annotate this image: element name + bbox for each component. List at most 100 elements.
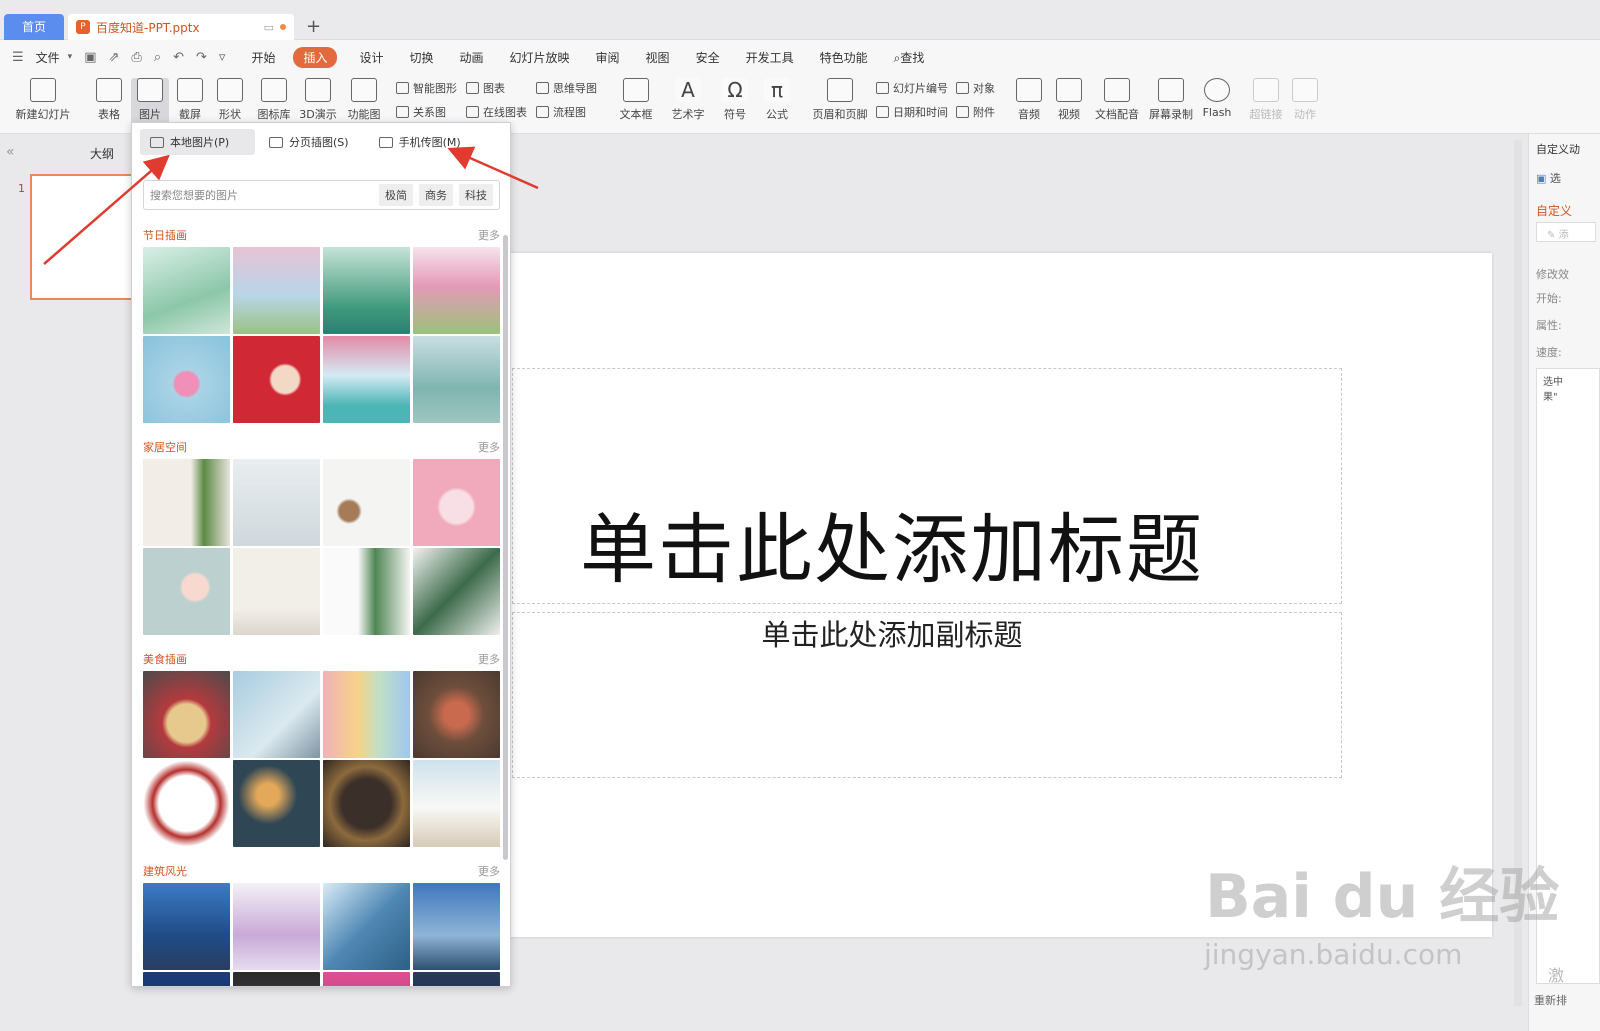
slide-title[interactable]: 单击此处添加标题 xyxy=(552,488,1232,598)
thumbnail-image[interactable] xyxy=(413,972,500,986)
collapse-pane-icon[interactable]: « xyxy=(6,144,15,160)
thumbnail-image[interactable] xyxy=(323,336,410,423)
menu-view[interactable]: 视图 xyxy=(646,49,670,66)
action-button[interactable]: 动作 xyxy=(1290,78,1320,122)
monitor-icon[interactable]: ▭ xyxy=(264,21,274,34)
menu-animation[interactable]: 动画 xyxy=(460,49,484,66)
header-footer-button[interactable]: 页眉和页脚 xyxy=(812,78,868,122)
print-icon[interactable]: ⎙ xyxy=(131,50,141,65)
reorder-label[interactable]: 重新排 xyxy=(1534,992,1567,1008)
thumbnail-image[interactable] xyxy=(413,671,500,758)
thumbnail-image[interactable] xyxy=(143,671,230,758)
tag-tech[interactable]: 科技 xyxy=(459,184,493,206)
doc-voice-button[interactable]: 文档配音 xyxy=(1094,78,1140,122)
hyperlink-button[interactable]: 超链接 xyxy=(1248,78,1284,122)
date-time-button[interactable]: 日期和时间 xyxy=(876,104,948,120)
mind-map-button[interactable]: 思维导图 xyxy=(536,80,597,96)
thumbnail-image[interactable] xyxy=(143,459,230,546)
art-text-button[interactable]: A 艺术字 xyxy=(666,78,710,122)
thumbnail-image[interactable] xyxy=(323,972,410,986)
menu-start[interactable]: 开始 xyxy=(251,49,275,66)
new-tab-button[interactable]: + xyxy=(306,16,321,37)
slide-thumbnail[interactable] xyxy=(30,174,134,300)
dropdown-scrollbar[interactable] xyxy=(503,235,508,860)
menu-design[interactable]: 设计 xyxy=(359,49,383,66)
menu-file[interactable]: 文件 xyxy=(36,49,60,66)
save-icon[interactable]: ▣ xyxy=(84,50,96,65)
textbox-button[interactable]: 文本框 xyxy=(614,78,658,122)
more-link[interactable]: 更多 xyxy=(478,439,500,455)
chart-button[interactable]: 图表 xyxy=(466,80,505,96)
undo-icon[interactable]: ↶ xyxy=(173,50,184,65)
more-link[interactable]: 更多 xyxy=(478,863,500,879)
thumbnail-image[interactable] xyxy=(233,883,320,970)
export-icon[interactable]: ⇗ xyxy=(109,50,120,65)
audio-button[interactable]: 音频 xyxy=(1012,78,1046,122)
shape-button[interactable]: 形状 xyxy=(213,78,247,122)
menu-transition[interactable]: 切换 xyxy=(409,49,433,66)
thumbnail-image[interactable] xyxy=(233,548,320,635)
icon-library-button[interactable]: 图标库 xyxy=(256,78,292,122)
hamburger-icon[interactable]: ☰ xyxy=(12,50,24,65)
thumbnail-image[interactable] xyxy=(323,459,410,546)
thumbnail-image[interactable] xyxy=(323,671,410,758)
tag-business[interactable]: 商务 xyxy=(419,184,453,206)
thumbnail-image[interactable] xyxy=(323,883,410,970)
more-link[interactable]: 更多 xyxy=(478,227,500,243)
thumbnail-image[interactable] xyxy=(233,671,320,758)
thumbnail-image[interactable] xyxy=(413,459,500,546)
attachment-button[interactable]: 附件 xyxy=(956,104,995,120)
thumbnail-image[interactable] xyxy=(413,247,500,334)
more-link[interactable]: 更多 xyxy=(478,651,500,667)
thumbnail-image[interactable] xyxy=(413,883,500,970)
object-button[interactable]: 对象 xyxy=(956,80,995,96)
thumbnail-image[interactable] xyxy=(143,760,230,847)
symbol-button[interactable]: Ω 符号 xyxy=(718,78,752,122)
tab-document[interactable]: P 百度知道-PPT.pptx ▭ xyxy=(68,14,294,40)
custom-link[interactable]: 自定义 xyxy=(1536,202,1572,219)
tag-minimal[interactable]: 极简 xyxy=(379,184,413,206)
thumbnail-image[interactable] xyxy=(143,247,230,334)
slide-subtitle[interactable]: 单击此处添加副标题 xyxy=(552,612,1232,654)
formula-button[interactable]: π 公式 xyxy=(760,78,794,122)
thumbnail-image[interactable] xyxy=(323,760,410,847)
local-picture-tab[interactable]: 本地图片(P) xyxy=(140,129,255,155)
relation-button[interactable]: 关系图 xyxy=(396,104,446,120)
thumbnail-image[interactable] xyxy=(323,247,410,334)
screenshot-button[interactable]: 截屏 xyxy=(173,78,207,122)
screen-record-button[interactable]: 屏幕录制 xyxy=(1148,78,1194,122)
flowchart-button[interactable]: 流程图 xyxy=(536,104,586,120)
flash-button[interactable]: Flash xyxy=(1200,78,1234,119)
menu-search[interactable]: ⌕查找 xyxy=(894,49,925,66)
slide-number-button[interactable]: 幻灯片编号 xyxy=(876,80,948,96)
chevron-down-icon[interactable]: ▾ xyxy=(68,52,73,62)
thumbnail-image[interactable] xyxy=(143,336,230,423)
menu-slideshow[interactable]: 幻灯片放映 xyxy=(510,49,570,66)
paged-illustration-tab[interactable]: 分页插图(S) xyxy=(259,129,359,155)
select-pane-button[interactable]: ▣ 选 xyxy=(1536,170,1561,186)
thumbnail-image[interactable] xyxy=(413,760,500,847)
thumbnail-image[interactable] xyxy=(233,247,320,334)
new-slide-button[interactable]: 新建幻灯片 xyxy=(8,78,78,122)
thumbnail-image[interactable] xyxy=(323,548,410,635)
online-chart-button[interactable]: 在线图表 xyxy=(466,104,527,120)
thumbnail-image[interactable] xyxy=(233,459,320,546)
menu-features[interactable]: 特色功能 xyxy=(820,49,868,66)
picture-search-input[interactable]: 搜索您想要的图片 极简 商务 科技 xyxy=(143,180,500,210)
menu-security[interactable]: 安全 xyxy=(696,49,720,66)
preview-icon[interactable]: ⌕ xyxy=(154,50,161,65)
thumbnail-image[interactable] xyxy=(143,972,230,986)
thumbnail-image[interactable] xyxy=(233,972,320,986)
thumbnail-image[interactable] xyxy=(143,548,230,635)
thumbnail-image[interactable] xyxy=(413,336,500,423)
smart-shape-button[interactable]: 智能图形 xyxy=(396,80,457,96)
thumbnail-image[interactable] xyxy=(413,548,500,635)
picture-button[interactable]: 图片 xyxy=(131,78,169,126)
outline-tab[interactable]: 大纲 xyxy=(90,145,114,162)
phone-upload-tab[interactable]: 手机传图(M) xyxy=(369,129,471,155)
customize-icon[interactable]: ▿ xyxy=(219,50,226,65)
table-button[interactable]: 表格 xyxy=(92,78,126,122)
menu-insert[interactable]: 插入 xyxy=(293,46,338,68)
menu-developer[interactable]: 开发工具 xyxy=(746,49,794,66)
tab-home[interactable]: 首页 xyxy=(4,14,64,40)
